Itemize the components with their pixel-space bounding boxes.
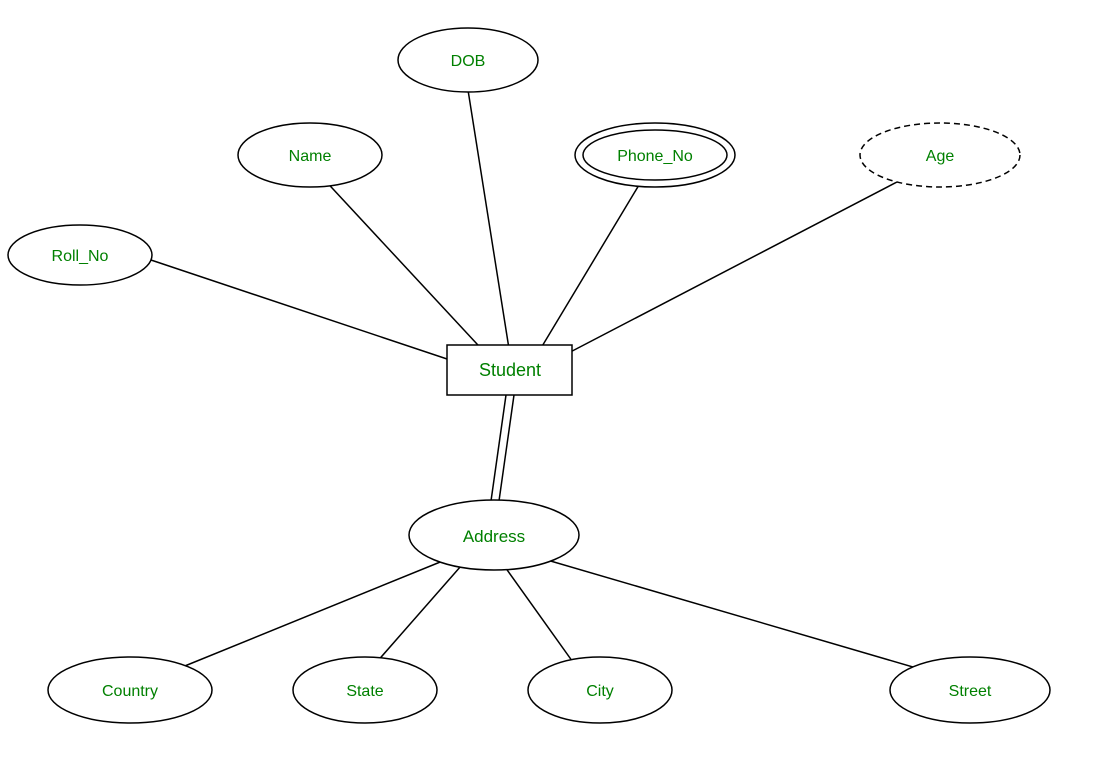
student-label: Student <box>479 360 541 380</box>
street-label: Street <box>949 683 992 700</box>
er-diagram: Student DOB Name Phone_No Age Roll_No Ad… <box>0 0 1112 753</box>
country-label: Country <box>102 683 158 700</box>
age-label: Age <box>926 148 955 165</box>
phone-label: Phone_No <box>617 148 693 165</box>
city-label: City <box>586 683 614 700</box>
state-label: State <box>346 683 383 700</box>
dob-label: DOB <box>451 53 486 70</box>
address-label: Address <box>463 527 525 546</box>
rollno-label: Roll_No <box>52 248 109 265</box>
name-label: Name <box>289 148 332 165</box>
